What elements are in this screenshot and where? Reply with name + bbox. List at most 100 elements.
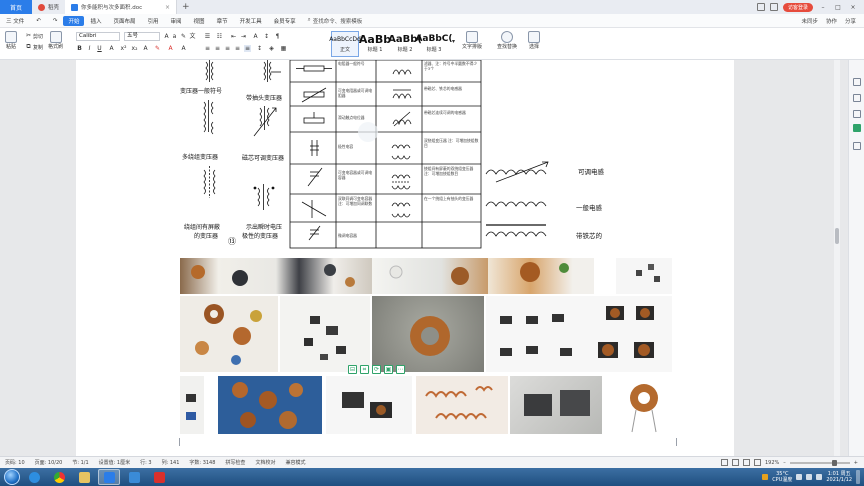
photo-toroids-blue[interactable] <box>218 376 322 434</box>
text-layout-button[interactable]: 文字排版 <box>462 31 482 50</box>
cut-icon[interactable]: ✂ <box>25 32 32 39</box>
font-size-select[interactable]: 五号 <box>124 32 160 41</box>
increase-indent-icon[interactable]: ⇥ <box>240 33 247 40</box>
view-protect-icon[interactable] <box>754 459 761 466</box>
style-normal[interactable]: AaBbCcDd 正文 <box>329 31 361 57</box>
tray-language-icon[interactable] <box>816 474 823 480</box>
command-search[interactable]: ⌕ 查找命令、搜索模板 <box>302 17 369 25</box>
sync-button[interactable]: 未同步 <box>801 17 818 25</box>
collaborate-button[interactable]: 协作 <box>826 17 837 25</box>
side-pen-icon[interactable] <box>853 78 861 86</box>
side-select-icon[interactable] <box>853 110 861 118</box>
menu-insert[interactable]: 插入 <box>84 17 107 25</box>
zoom-slider[interactable] <box>789 459 850 466</box>
menu-member[interactable]: 会员专享 <box>268 17 302 25</box>
redo-icon[interactable]: ↷ <box>47 18 64 24</box>
home-tab[interactable]: 首页 <box>0 0 32 14</box>
paste-button[interactable]: 粘贴 <box>5 31 17 50</box>
photo-large-toroid[interactable] <box>372 296 484 372</box>
status-words[interactable]: 字数: 3148 <box>184 459 220 466</box>
view-outline-icon[interactable] <box>732 459 739 466</box>
taskbar-ie[interactable] <box>23 469 45 485</box>
document-page[interactable]: 变压器一般符号 带抽头变压器 多绕组变压器 磁芯可调变压器 绕组间有屏蔽 的变压… <box>76 60 734 456</box>
clock[interactable]: 1:01 周五 2021/1/12 <box>826 471 852 483</box>
side-list-icon[interactable] <box>853 142 861 150</box>
view-web-icon[interactable] <box>743 459 750 466</box>
zoom-level[interactable]: 192% <box>765 460 779 466</box>
distributed-icon[interactable]: ≡ <box>244 45 251 52</box>
align-left-icon[interactable]: ≡ <box>204 45 211 52</box>
zoom-knob[interactable] <box>831 459 837 466</box>
photo-inductors-4[interactable] <box>616 258 672 294</box>
taskbar-explorer[interactable] <box>73 469 95 485</box>
menu-developer[interactable]: 开发工具 <box>234 17 268 25</box>
find-replace-button[interactable]: 查找替换 <box>497 31 517 50</box>
scrollbar-thumb[interactable] <box>835 228 839 244</box>
photo-smd-inductors[interactable] <box>280 296 370 372</box>
image-picture-icon[interactable]: ▣ <box>384 365 393 374</box>
style-heading-1[interactable]: AaBb 标题 1 <box>359 31 391 57</box>
decrease-indent-icon[interactable]: ⇤ <box>230 33 237 40</box>
menu-references[interactable]: 引用 <box>142 17 165 25</box>
taskbar-chrome[interactable] <box>48 469 70 485</box>
taskbar-wps-writer[interactable] <box>98 469 120 485</box>
menu-home[interactable]: 开始 <box>63 15 85 26</box>
justify-icon[interactable]: ≡ <box>234 45 241 52</box>
image-rotate-icon[interactable]: ⟳ <box>372 365 381 374</box>
font-grow-icon[interactable]: A <box>163 33 170 40</box>
photo-air-coils[interactable] <box>416 376 508 434</box>
share-button[interactable]: 分享 <box>845 17 856 25</box>
skin-icon[interactable] <box>769 3 778 11</box>
taskbar-app-5[interactable] <box>123 469 145 485</box>
menu-view[interactable]: 视图 <box>188 17 211 25</box>
clear-format-icon[interactable]: ✎ <box>180 33 187 40</box>
show-desktop-button[interactable] <box>856 470 860 484</box>
undo-icon[interactable]: ↶ <box>30 18 47 24</box>
image-more-icon[interactable]: ⋯ <box>396 365 405 374</box>
char-border-icon[interactable]: A <box>180 45 187 52</box>
close-window-icon[interactable]: × <box>848 4 858 11</box>
select-button[interactable]: 选择 <box>528 31 540 50</box>
tab-docer[interactable]: 稻壳 <box>32 0 65 14</box>
window-layout-icon[interactable] <box>756 3 765 11</box>
format-painter-button[interactable]: 格式刷 <box>48 31 63 50</box>
photo-inductors-2[interactable] <box>372 258 488 294</box>
image-crop-icon[interactable]: ⌗ <box>360 365 369 374</box>
image-layout-icon[interactable]: ⊟ <box>348 365 357 374</box>
tray-volume-icon[interactable] <box>806 474 813 480</box>
zoom-out-icon[interactable]: – <box>783 460 786 466</box>
zoom-in-icon[interactable]: + <box>854 460 858 466</box>
line-spacing-icon[interactable]: ↕ <box>256 45 263 52</box>
start-button[interactable] <box>4 469 20 485</box>
chinese-layout-icon[interactable]: A <box>252 33 259 40</box>
superscript-icon[interactable]: x² <box>120 45 127 52</box>
photo-toroid-leads[interactable] <box>616 376 672 434</box>
status-spell-check[interactable]: 拼写检查 <box>220 459 250 466</box>
tab-close-icon[interactable]: × <box>165 4 170 11</box>
tab-document[interactable]: 你多能积与次多面积.doc × <box>65 0 178 14</box>
file-menu[interactable]: 三 文件 <box>0 17 30 25</box>
photo-power-inductors[interactable] <box>486 296 672 372</box>
photo-small-parts[interactable] <box>180 376 204 434</box>
bold-icon[interactable]: B <box>76 45 83 52</box>
font-name-select[interactable]: Calibri <box>76 32 120 41</box>
side-active-icon[interactable] <box>853 124 861 132</box>
menu-page-layout[interactable]: 页面布局 <box>108 17 142 25</box>
align-center-icon[interactable]: ≡ <box>214 45 221 52</box>
status-proofread[interactable]: 文档校对 <box>250 459 280 466</box>
border-icon[interactable]: ▦ <box>280 45 287 52</box>
subscript-icon[interactable]: x₂ <box>131 45 138 52</box>
style-more-icon[interactable]: ▾ <box>450 38 457 45</box>
tray-app-icon[interactable] <box>762 474 769 480</box>
underline-icon[interactable]: U <box>96 45 103 52</box>
photo-smd-power[interactable] <box>326 376 412 434</box>
side-cursor-icon[interactable] <box>853 94 861 102</box>
style-heading-3[interactable]: AaBbC( 标题 3 <box>415 31 452 57</box>
font-shrink-icon[interactable]: a <box>171 33 178 40</box>
taskbar-app-6[interactable] <box>148 469 170 485</box>
bullet-list-icon[interactable]: ☰ <box>204 33 211 40</box>
menu-chapter[interactable]: 章节 <box>211 17 234 25</box>
sort-icon[interactable]: ↕ <box>263 33 270 40</box>
show-marks-icon[interactable]: ¶ <box>274 33 281 40</box>
strikethrough-icon[interactable]: A <box>108 45 115 52</box>
